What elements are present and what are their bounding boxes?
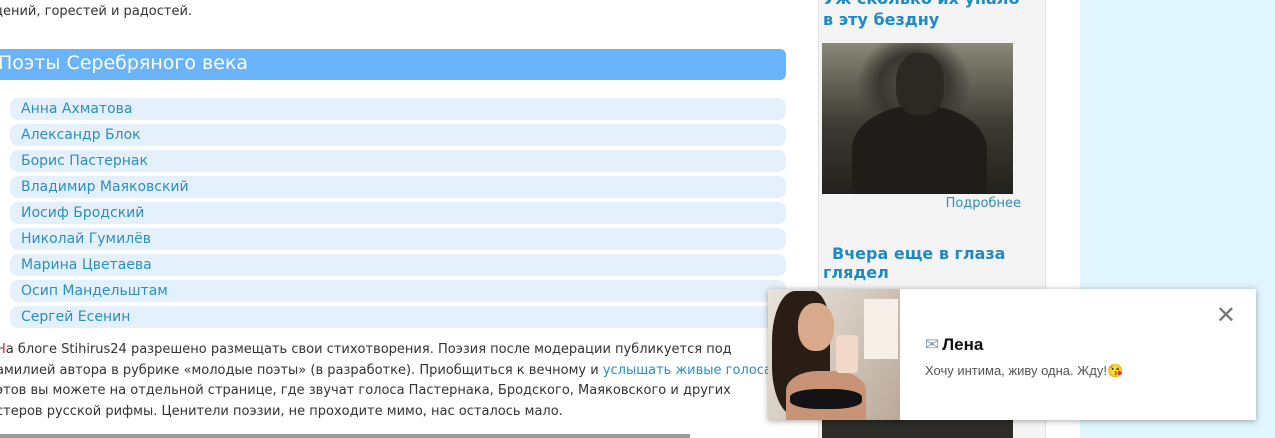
section-title: Поэты Серебряного века <box>0 49 786 80</box>
avatar-garment <box>790 389 862 409</box>
photo-face <box>896 53 944 115</box>
list-item: Николай Гумилёв <box>10 228 786 250</box>
blog-description: На блоге Stihirus24 разрешено размещать … <box>0 340 796 422</box>
list-item: Анна Ахматова <box>10 98 786 120</box>
poet-link[interactable]: Иосиф Бродский <box>21 205 144 221</box>
poet-link[interactable]: Анна Ахматова <box>21 101 132 117</box>
blog-line-1: На блоге Stihirus24 разрешено размещать … <box>0 340 796 361</box>
photo-figure <box>852 105 987 194</box>
poet-link[interactable]: Борис Пастернак <box>21 153 148 169</box>
list-item: Борис Пастернак <box>10 150 786 172</box>
sidebar-title-1[interactable]: Уж сколько их упало в эту бездну <box>823 0 1033 30</box>
notification-popup[interactable]: ✉ Лена Хочу интима, живу одна. Жду!😘 ✕ <box>768 289 1256 420</box>
listen-voices-link[interactable]: услышать живые голоса <box>603 363 772 378</box>
poet-link[interactable]: Осип Мандельштам <box>21 283 168 299</box>
avatar-face <box>798 303 834 351</box>
avatar-background <box>864 299 898 359</box>
avatar[interactable] <box>768 289 900 420</box>
poet-link[interactable]: Владимир Маяковский <box>21 179 189 195</box>
list-item: Сергей Есенин <box>10 306 786 328</box>
main-column: дений, горестей и радостей. Поэты Серебр… <box>0 0 800 438</box>
notification-message[interactable]: Хочу интима, живу одна. Жду!😘 <box>925 363 1123 379</box>
list-item: Александр Блок <box>10 124 786 146</box>
list-item: Владимир Маяковский <box>10 176 786 198</box>
avatar-phone <box>836 335 858 373</box>
more-link[interactable]: Подробнее <box>946 196 1021 211</box>
list-item: Марина Цветаева <box>10 254 786 276</box>
blog-line-2: амилией автора в рубрике «молодые поэты»… <box>0 362 772 378</box>
list-item: Осип Мандельштам <box>10 280 786 302</box>
sender-name: Лена <box>942 335 984 354</box>
poet-link[interactable]: Марина Цветаева <box>21 257 152 273</box>
poet-link[interactable]: Александр Блок <box>21 127 141 143</box>
poet-link[interactable]: Сергей Есенин <box>21 309 130 325</box>
blog-line-4: стеров русской рифмы. Ценители поэзии, н… <box>0 403 563 419</box>
divider <box>0 434 690 438</box>
envelope-icon: ✉ <box>925 335 940 354</box>
intro-text: дений, горестей и радостей. <box>0 4 193 19</box>
blog-line-3: этов вы можете на отдельной странице, гд… <box>0 383 731 398</box>
poet-list: Анна Ахматова Александр Блок Борис Пасте… <box>10 98 786 332</box>
close-icon[interactable]: ✕ <box>1216 303 1236 327</box>
poet-link[interactable]: Николай Гумилёв <box>21 231 151 247</box>
notification-sender[interactable]: ✉ Лена <box>925 335 983 355</box>
sidebar-title-2[interactable]: Вчера еще в глаза глядел <box>823 244 1033 282</box>
list-item: Иосиф Бродский <box>10 202 786 224</box>
poet-photo[interactable] <box>822 43 1013 194</box>
